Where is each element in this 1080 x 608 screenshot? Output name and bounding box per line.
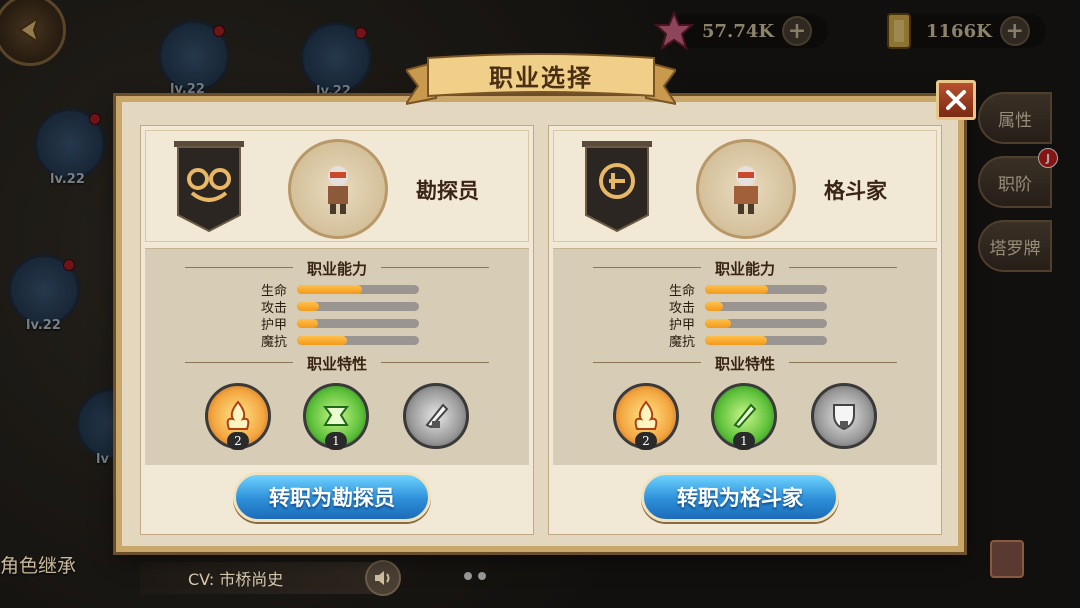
stat-fill xyxy=(297,318,318,328)
flame-creature-icon xyxy=(634,400,658,430)
stat-fill xyxy=(297,284,362,294)
stat-fill xyxy=(705,335,768,345)
green-emblem-icon xyxy=(323,406,349,426)
stat-row: 生命 xyxy=(241,281,419,299)
class-panel-explorer: 勘探员 职业能力 生命 攻击 护甲 魔抗 职业特性 2 1 转职为勘探员 xyxy=(140,125,534,535)
stat-label: 魔抗 xyxy=(260,334,287,350)
inherit-label[interactable]: 角色继承 xyxy=(0,551,76,578)
stat-row: 护甲 xyxy=(649,315,827,333)
skill-green[interactable]: 1 xyxy=(711,383,777,450)
class-name: 勘探员 xyxy=(416,178,479,203)
ability-title: 职业能力 xyxy=(714,260,775,278)
class-portrait xyxy=(696,139,796,239)
stat-bar xyxy=(297,318,419,328)
convert-fighter-button[interactable]: 转职为格斗家 xyxy=(641,472,839,522)
stat-row: 生命 xyxy=(649,281,827,299)
modal-title: 职业选择 xyxy=(489,64,593,92)
stats-section: 职业能力 生命 攻击 护甲 魔抗 职业特性 2 1 xyxy=(553,248,937,465)
skill-fire[interactable]: 2 xyxy=(613,383,679,450)
card-icon[interactable] xyxy=(990,540,1024,578)
skill-level: 2 xyxy=(227,432,249,450)
locked-shield-icon xyxy=(833,404,855,431)
stat-bar xyxy=(705,335,827,345)
ability-title: 职业能力 xyxy=(306,260,367,278)
stat-bar xyxy=(297,284,419,294)
close-icon xyxy=(946,90,966,110)
fighter-avatar-icon xyxy=(734,166,758,214)
stats-section: 职业能力 生命 攻击 护甲 魔抗 职业特性 2 1 xyxy=(145,248,529,465)
skill-fire[interactable]: 2 xyxy=(205,383,271,450)
stat-row: 攻击 xyxy=(649,298,827,316)
skill-locked[interactable] xyxy=(403,383,469,449)
sound-button[interactable] xyxy=(365,560,401,596)
class-banner xyxy=(174,141,244,233)
stat-bar xyxy=(297,335,419,345)
stat-bar xyxy=(705,301,827,311)
cv-bar: CV: 市桥尚史 xyxy=(140,562,390,594)
flame-creature-icon xyxy=(226,400,250,430)
stat-fill xyxy=(297,335,348,345)
skill-level: 1 xyxy=(325,432,347,450)
stat-fill xyxy=(705,318,731,328)
stat-row: 魔抗 xyxy=(241,332,419,350)
class-portrait xyxy=(288,139,388,239)
locked-sword-icon xyxy=(425,403,449,429)
divider xyxy=(789,362,897,363)
stat-fill xyxy=(705,284,769,294)
close-button[interactable] xyxy=(936,80,976,120)
green-sword-icon xyxy=(733,403,757,429)
divider xyxy=(789,267,897,268)
divider xyxy=(381,267,489,268)
skill-green[interactable]: 1 xyxy=(303,383,369,450)
page-indicator xyxy=(464,572,486,580)
class-panel-fighter: 格斗家 职业能力 生命 攻击 护甲 魔抗 职业特性 2 1 转职为格斗家 xyxy=(548,125,942,535)
stat-label: 魔抗 xyxy=(668,334,695,350)
stat-row: 魔抗 xyxy=(649,332,827,350)
stat-fill xyxy=(705,301,724,311)
stat-bar xyxy=(297,301,419,311)
skill-level: 2 xyxy=(635,432,657,450)
stat-row: 护甲 xyxy=(241,315,419,333)
cv-label: CV: 市桥尚史 xyxy=(188,570,284,589)
convert-explorer-button[interactable]: 转职为勘探员 xyxy=(233,472,431,522)
stat-bar xyxy=(705,318,827,328)
explorer-avatar-icon xyxy=(328,166,348,214)
class-name: 格斗家 xyxy=(824,178,887,203)
skill-level: 1 xyxy=(733,432,755,450)
stat-bar xyxy=(705,284,827,294)
class-banner xyxy=(582,141,652,233)
divider xyxy=(381,362,489,363)
trait-title: 职业特性 xyxy=(714,355,775,373)
class-header: 格斗家 xyxy=(553,130,937,242)
skill-locked[interactable] xyxy=(811,383,877,449)
class-header: 勘探员 xyxy=(145,130,529,242)
speaker-icon xyxy=(375,571,390,585)
trait-title: 职业特性 xyxy=(306,355,367,373)
stat-row: 攻击 xyxy=(241,298,419,316)
stat-fill xyxy=(297,301,319,311)
